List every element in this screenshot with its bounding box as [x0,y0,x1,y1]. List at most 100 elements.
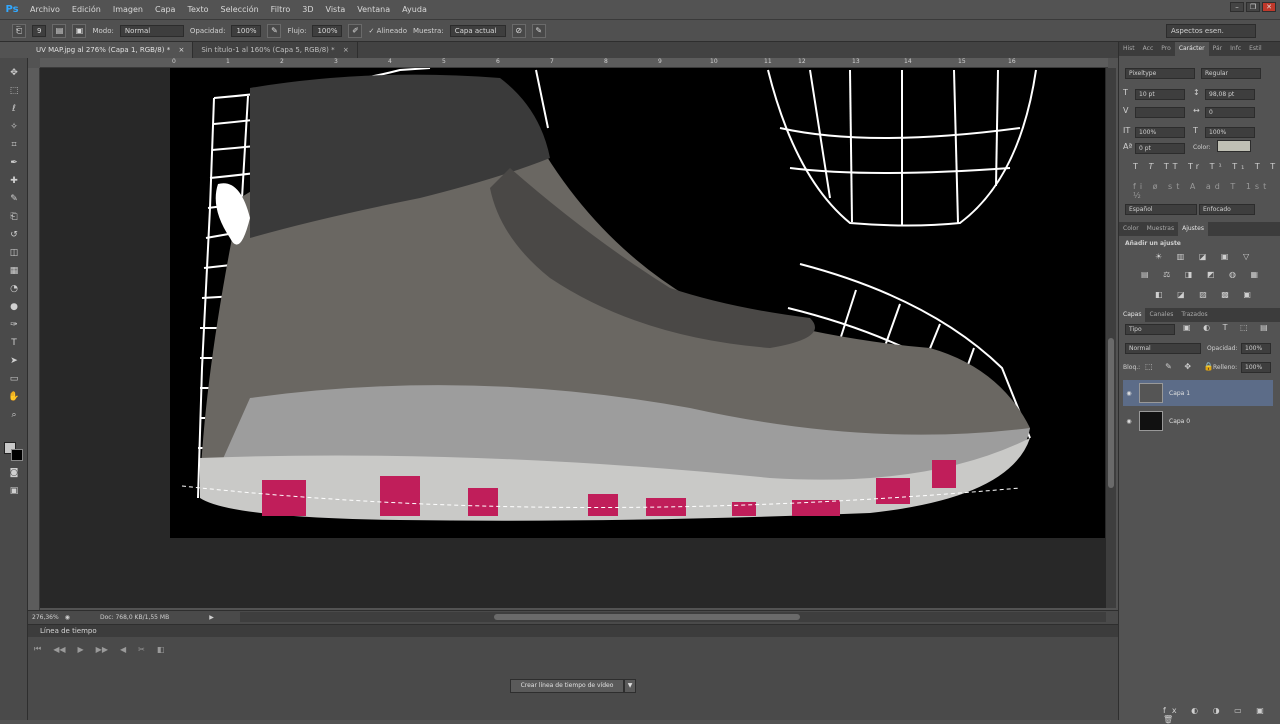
layer-name[interactable]: Capa 0 [1169,418,1190,425]
gradient-tool-icon[interactable]: ▦ [6,264,22,278]
quick-mask-icon[interactable]: ◙ [6,466,22,480]
menu-seleccion[interactable]: Selección [215,0,265,20]
history-brush-tool-icon[interactable]: ↺ [6,228,22,242]
pressure-opacity-icon[interactable]: ✎ [267,23,282,38]
tracking-input[interactable]: 0 [1205,107,1255,118]
lock-icons[interactable]: ⬚ ✎ ✥ 🔒 [1145,362,1219,371]
document-canvas[interactable] [170,68,1105,538]
layer-row-capa-1[interactable]: ◉ Capa 1 [1123,380,1273,406]
status-menu-arrow-icon[interactable]: ▶ [209,614,214,621]
tab-history[interactable]: Hist [1119,42,1139,56]
create-timeline-dropdown-icon[interactable]: ▼ [624,679,636,693]
kerning-input[interactable] [1135,107,1185,118]
transition-icon[interactable]: ◧ [157,645,165,654]
font-size-input[interactable]: 10 pt [1135,89,1185,100]
play-icon[interactable]: ▶ [78,645,84,654]
tab-paragraph[interactable]: Pár [1209,42,1227,56]
previous-frame-icon[interactable]: ◀◀ [53,645,65,654]
brush-tool-icon[interactable]: ✎ [6,192,22,206]
zoom-tool-icon[interactable]: ⌕ [6,408,22,422]
adjustment-icons-row-3[interactable]: ◧ ◪ ▨ ▩ ▣ [1155,290,1257,299]
menu-imagen[interactable]: Imagen [107,0,149,20]
menu-edicion[interactable]: Edición [66,0,107,20]
clone-stamp-tool-icon[interactable]: ⎗ [6,210,22,224]
minimize-icon[interactable]: – [1230,2,1244,12]
clone-source-icon[interactable]: ▣ [72,23,87,38]
background-color-swatch[interactable] [11,449,23,461]
hand-tool-icon[interactable]: ✋ [6,390,22,404]
menu-3d[interactable]: 3D [296,0,319,20]
layer-opacity-input[interactable]: 100% [1241,343,1271,354]
layer-filter-icons[interactable]: ▣ ◐ T ⬚ ▤ [1183,323,1273,332]
quick-select-tool-icon[interactable]: ✧ [6,120,22,134]
layer-footer-icons[interactable]: fx ◐ ◑ ▭ ▣ 🗑 [1163,706,1280,724]
sample-select[interactable]: Capa actual [449,24,506,37]
menu-ayuda[interactable]: Ayuda [396,0,433,20]
close-icon[interactable]: ✕ [1262,2,1276,12]
menu-vista[interactable]: Vista [320,0,352,20]
vertical-scroll-thumb[interactable] [1108,338,1114,488]
clone-stamp-tool-icon[interactable]: ⎗ [12,23,26,38]
blend-mode-select[interactable]: Normal [1125,343,1201,354]
menu-ventana[interactable]: Ventana [351,0,396,20]
next-frame-icon[interactable]: ▶▶ [96,645,108,654]
eraser-tool-icon[interactable]: ◫ [6,246,22,260]
airbrush-icon[interactable]: ✐ [348,23,363,38]
workspace-select[interactable]: Aspectos esen. [1166,24,1256,38]
tab-uv-map[interactable]: UV MAP.jpg al 276% (Capa 1, RGB/8) * × [28,42,194,58]
leading-input[interactable]: 98,08 pt [1205,89,1255,100]
create-video-timeline-button[interactable]: Crear línea de tiempo de vídeo [510,679,624,693]
eye-icon[interactable]: ◉ [1125,390,1133,397]
tab-actions[interactable]: Acc [1139,42,1158,56]
tab-properties[interactable]: Pro [1157,42,1175,56]
healing-brush-tool-icon[interactable]: ✚ [6,174,22,188]
tab-character[interactable]: Carácter [1174,42,1209,56]
menu-capa[interactable]: Capa [149,0,181,20]
pressure-size-icon[interactable]: ✎ [531,23,546,38]
path-select-tool-icon[interactable]: ➤ [6,354,22,368]
menu-archivo[interactable]: Archivo [24,0,66,20]
horizontal-scrollbar[interactable] [240,612,1106,622]
vertical-scrollbar[interactable] [1106,68,1116,608]
aligned-checkbox[interactable]: ✓ Alineado [368,27,407,35]
first-frame-icon[interactable]: ⏮ [34,644,41,654]
text-color-swatch[interactable] [1217,140,1251,152]
baseline-input[interactable]: 0 pt [1135,143,1185,154]
brush-panel-icon[interactable]: ▤ [52,23,67,38]
pen-tool-icon[interactable]: ✑ [6,318,22,332]
fill-input[interactable]: 100% [1241,362,1271,373]
font-style-select[interactable]: Regular [1201,68,1261,79]
crop-tool-icon[interactable]: ⌗ [6,138,22,152]
menu-filtro[interactable]: Filtro [265,0,297,20]
brush-size-picker[interactable]: 9 [32,24,47,37]
opentype-buttons[interactable]: fi ø st A ad T 1st ½ [1133,182,1280,200]
maximize-icon[interactable]: ❐ [1246,2,1260,12]
antialias-select[interactable]: Enfocado [1199,204,1255,215]
tab-channels[interactable]: Canales [1145,308,1177,322]
audio-icon[interactable]: ◀ [120,645,126,654]
adjustment-icons-row-2[interactable]: ▤ ⚖ ◨ ◩ ◍ ▦ [1141,270,1264,279]
layer-row-capa-0[interactable]: ◉ Capa 0 [1123,408,1273,434]
mode-select[interactable]: Normal [119,24,184,37]
move-tool-icon[interactable]: ✥ [6,66,22,80]
layer-name[interactable]: Capa 1 [1169,390,1190,397]
shape-tool-icon[interactable]: ▭ [6,372,22,386]
horizontal-scroll-thumb[interactable] [494,614,800,620]
tab-layers[interactable]: Capas [1119,308,1146,322]
tab-color[interactable]: Color [1119,222,1143,236]
layer-kind-filter[interactable]: Tipo [1125,324,1175,335]
font-family-select[interactable]: Pixeltype [1125,68,1195,79]
tab-adjustments[interactable]: Ajustes [1178,222,1208,236]
adjustment-icons-row-1[interactable]: ☀ ▥ ◪ ▣ ▽ [1155,252,1255,261]
menu-texto[interactable]: Texto [181,0,214,20]
zoom-level[interactable]: 276,36% [32,614,59,621]
lasso-tool-icon[interactable]: ℓ [6,102,22,116]
marquee-tool-icon[interactable]: ⬚ [6,84,22,98]
tab-info[interactable]: Infc [1226,42,1245,56]
type-tool-icon[interactable]: T [6,336,22,350]
ignore-adjustment-icon[interactable]: ⊘ [511,23,526,38]
eye-icon[interactable]: ◉ [1125,418,1133,425]
flow-input[interactable]: 100% [312,24,343,37]
status-info-icon[interactable]: ◉ [65,614,70,621]
opacity-input[interactable]: 100% [231,24,262,37]
